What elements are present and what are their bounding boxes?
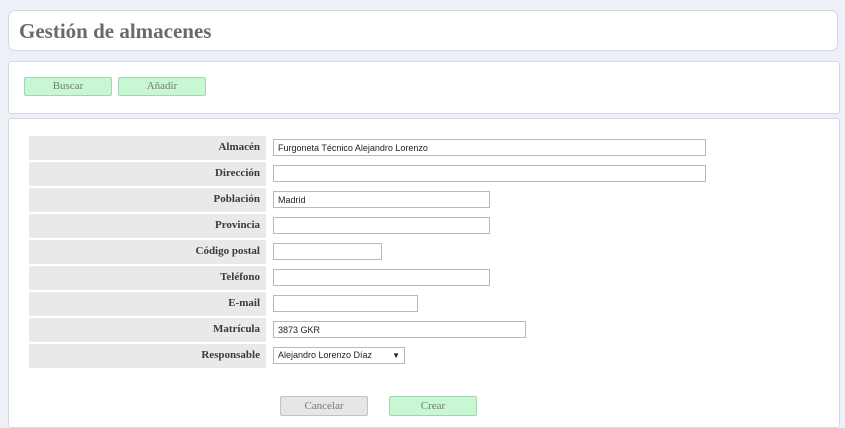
form-row-telefono: Teléfono — [29, 266, 729, 290]
form-row-provincia: Provincia — [29, 214, 729, 238]
matricula-label: Matrícula — [29, 318, 266, 342]
direccion-field[interactable] — [273, 165, 706, 182]
poblacion-field[interactable] — [273, 191, 490, 208]
form-row-poblacion: Población — [29, 188, 729, 212]
codigo-postal-label: Código postal — [29, 240, 266, 264]
provincia-label: Provincia — [29, 214, 266, 238]
form-row-matricula: Matrícula — [29, 318, 729, 342]
direccion-label: Dirección — [29, 162, 266, 186]
add-button[interactable]: Añadir — [118, 77, 206, 96]
form-row-codigo-postal: Código postal — [29, 240, 729, 264]
almacen-label: Almacén — [29, 136, 266, 160]
form-row-direccion: Dirección — [29, 162, 729, 186]
email-field[interactable] — [273, 295, 418, 312]
form-row-almacen: Almacén — [29, 136, 729, 160]
form-panel: Almacén Dirección Población Provincia Có… — [8, 118, 840, 428]
form-row-email: E-mail — [29, 292, 729, 316]
title-panel: Gestión de almacenes — [8, 10, 838, 51]
responsable-selected-value: Alejandro Lorenzo Díaz — [278, 350, 373, 360]
provincia-field[interactable] — [273, 217, 490, 234]
telefono-field[interactable] — [273, 269, 490, 286]
cancel-button[interactable]: Cancelar — [280, 396, 368, 416]
matricula-field[interactable] — [273, 321, 526, 338]
almacen-field[interactable] — [273, 139, 706, 156]
responsable-label: Responsable — [29, 344, 266, 368]
form-row-responsable: Responsable Alejandro Lorenzo Díaz ▼ — [29, 344, 729, 368]
poblacion-label: Población — [29, 188, 266, 212]
codigo-postal-field[interactable] — [273, 243, 382, 260]
toolbar-panel: Buscar Añadir — [8, 61, 840, 114]
page-title: Gestión de almacenes — [19, 19, 212, 43]
triangle-down-icon: ▼ — [392, 351, 400, 360]
telefono-label: Teléfono — [29, 266, 266, 290]
responsable-select[interactable]: Alejandro Lorenzo Díaz ▼ — [273, 347, 405, 364]
search-button[interactable]: Buscar — [24, 77, 112, 96]
email-label: E-mail — [29, 292, 266, 316]
create-button[interactable]: Crear — [389, 396, 477, 416]
